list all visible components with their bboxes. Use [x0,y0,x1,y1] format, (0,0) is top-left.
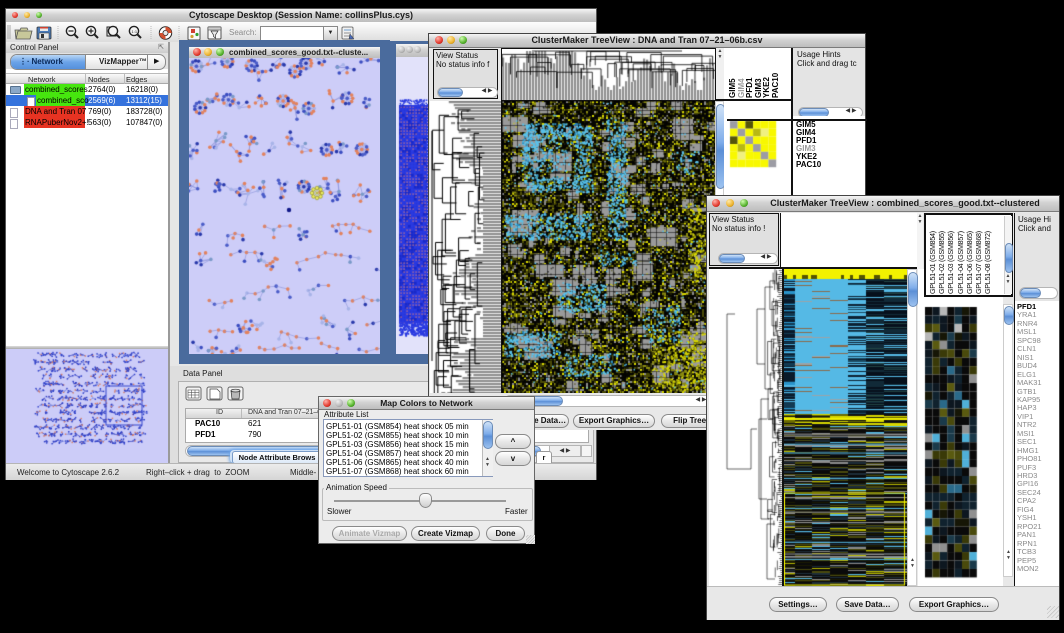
svg-text:1:1: 1:1 [132,29,138,34]
